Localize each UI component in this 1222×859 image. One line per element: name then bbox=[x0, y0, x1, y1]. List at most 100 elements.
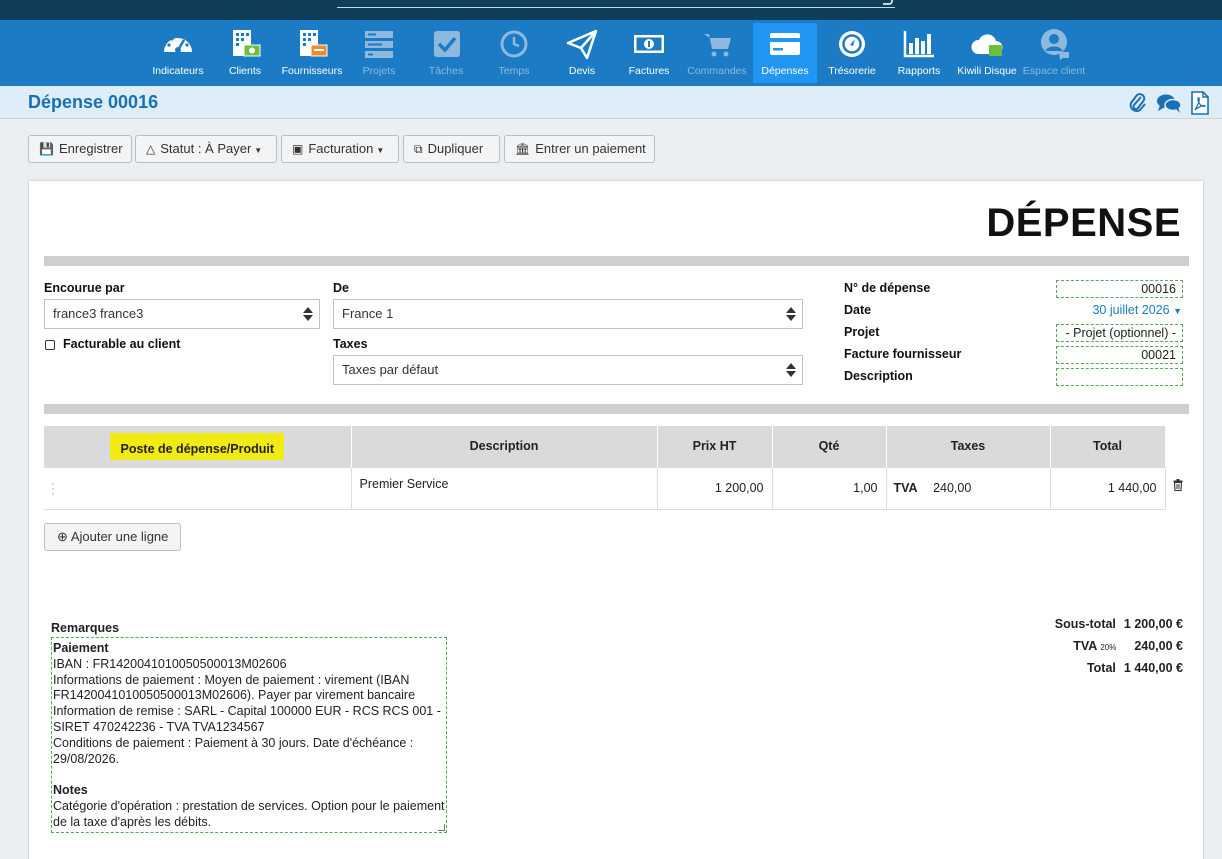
column-header: Qté bbox=[772, 426, 887, 467]
date-picker[interactable]: 30 juillet 2026 ▼ bbox=[1092, 303, 1182, 317]
incurred-by-value: france3 france3 bbox=[53, 306, 144, 321]
trash-icon[interactable] bbox=[1173, 479, 1183, 492]
paper-plane-icon bbox=[566, 29, 598, 60]
status-dropdown[interactable]: △ Statut : À Payer ▼ bbox=[135, 135, 277, 163]
notes-text: Catégorie d'opération : prestation de se… bbox=[53, 798, 445, 829]
from-label: De bbox=[333, 281, 349, 295]
column-header: Taxes bbox=[886, 426, 1051, 467]
tax-row: TVA 20% 240,00 € bbox=[1055, 639, 1183, 661]
enter-payment-button[interactable]: 🏛 Entrer un paiement bbox=[504, 135, 655, 163]
pdf-icon[interactable] bbox=[1190, 91, 1210, 118]
bank-icon: 🏛 bbox=[515, 142, 531, 156]
page-header: Dépense 00016 bbox=[0, 86, 1222, 119]
remarks-label: Remarques bbox=[51, 621, 120, 635]
tax-cell[interactable]: TVA 240,00 bbox=[885, 466, 1051, 510]
search-field[interactable] bbox=[337, 7, 895, 8]
column-header-actions bbox=[1165, 426, 1191, 467]
save-button[interactable]: 💾 Enregistrer bbox=[28, 135, 132, 163]
plus-circle-icon: ⊕ bbox=[57, 529, 68, 544]
nav-item-factures[interactable]: Factures bbox=[617, 23, 681, 83]
search-icon[interactable] bbox=[883, 0, 893, 5]
tax-value: 240,00 € bbox=[1134, 639, 1183, 653]
nav-item-rapports[interactable]: Rapports bbox=[887, 23, 951, 83]
nav-item-taches[interactable]: Tâches bbox=[414, 23, 478, 83]
nav-item-tresorerie[interactable]: Trésorerie bbox=[820, 23, 884, 83]
qty-cell[interactable]: 1,00 bbox=[771, 466, 887, 510]
resize-handle-icon[interactable] bbox=[438, 824, 445, 831]
expense-number-field[interactable]: 00016 bbox=[1056, 280, 1183, 298]
payment-heading: Paiement bbox=[53, 641, 109, 655]
nav-item-fournisseurs[interactable]: Fournisseurs bbox=[280, 23, 344, 83]
date-label: Date bbox=[844, 303, 872, 317]
bar-chart-icon bbox=[903, 31, 934, 58]
cubes-icon: △ bbox=[146, 142, 156, 156]
nav-label: Devis bbox=[568, 65, 596, 77]
notes-heading: Notes bbox=[53, 783, 88, 798]
expense-document: DÉPENSE Encourue par france3 france3 Fac… bbox=[28, 180, 1204, 859]
nav-item-devis[interactable]: Devis bbox=[550, 23, 614, 83]
sort-arrows-icon bbox=[303, 307, 313, 321]
drag-handle-icon[interactable]: ⋮ bbox=[46, 480, 60, 496]
billing-dropdown[interactable]: ▣ Facturation ▼ bbox=[281, 135, 399, 163]
project-label: Projet bbox=[844, 325, 880, 339]
incurred-by-select[interactable]: france3 france3 bbox=[44, 299, 320, 329]
incurred-by-label: Encourue par bbox=[44, 281, 125, 295]
add-line-label: Ajouter une ligne bbox=[70, 529, 169, 544]
nav-item-commandes[interactable]: Commandes bbox=[685, 23, 749, 83]
nav-label: Clients bbox=[228, 65, 262, 77]
remarks-textarea[interactable]: Paiement IBAN : FR1420041010050500013M02… bbox=[51, 637, 447, 833]
tax-name: TVA bbox=[893, 481, 918, 495]
expense-number-label: N° de dépense bbox=[844, 281, 931, 295]
nav-label: Fournisseurs bbox=[281, 65, 343, 77]
compass-icon bbox=[839, 31, 865, 57]
add-line-button[interactable]: ⊕ Ajouter une ligne bbox=[44, 523, 182, 551]
status-label: Statut : À Payer bbox=[160, 141, 252, 156]
from-value: France 1 bbox=[342, 306, 394, 321]
nav-item-espace-client[interactable]: Espace client bbox=[1022, 23, 1086, 83]
duplicate-label: Dupliquer bbox=[427, 141, 484, 156]
totals-panel: Sous-total 1 200,00 € TVA 20% 240,00 € Tot… bbox=[1055, 617, 1183, 683]
price-cell[interactable]: 1 200,00 bbox=[656, 466, 773, 510]
column-header: Poste de dépense/Produit bbox=[44, 426, 352, 467]
supplier-invoice-field[interactable]: 00021 bbox=[1056, 346, 1183, 364]
nav-item-depenses[interactable]: Dépenses bbox=[753, 23, 817, 83]
description-field[interactable] bbox=[1056, 368, 1183, 386]
nav-item-projets[interactable]: Projets bbox=[347, 23, 411, 83]
billable-checkbox[interactable] bbox=[45, 340, 55, 350]
taxes-select[interactable]: Taxes par défaut bbox=[333, 355, 803, 385]
nav-item-temps[interactable]: Temps bbox=[482, 23, 546, 83]
copy-icon: ⧉ bbox=[414, 142, 423, 156]
project-field[interactable]: - Projet (optionnel) - bbox=[1056, 324, 1183, 342]
tax-label-text: TVA bbox=[1073, 639, 1097, 653]
subtotal-value: 1 200,00 € bbox=[1123, 617, 1183, 631]
divider bbox=[44, 256, 1189, 266]
from-select[interactable]: France 1 bbox=[333, 299, 803, 329]
nav-label: Factures bbox=[628, 65, 670, 77]
comments-icon[interactable] bbox=[1156, 92, 1182, 117]
projects-icon bbox=[365, 31, 393, 58]
duplicate-button[interactable]: ⧉ Dupliquer bbox=[403, 135, 500, 163]
cloud-icon bbox=[971, 34, 1003, 56]
top-bar bbox=[0, 0, 1222, 20]
nav-item-kiwili-disque[interactable]: Kiwili Disque bbox=[955, 23, 1019, 83]
document-heading: DÉPENSE bbox=[986, 201, 1181, 245]
credit-card-icon bbox=[770, 33, 800, 55]
money-icon: ▣ bbox=[292, 142, 304, 156]
suppliers-icon bbox=[300, 30, 328, 57]
paperclip-icon[interactable] bbox=[1128, 92, 1148, 117]
product-cell[interactable]: ⋮ bbox=[44, 466, 352, 510]
page-title: Dépense 00016 bbox=[28, 92, 159, 112]
billing-label: Facturation bbox=[308, 141, 374, 156]
description-cell[interactable]: Premier Service bbox=[350, 466, 658, 510]
user-icon bbox=[1041, 29, 1069, 60]
nav-item-indicateurs[interactable]: Indicateurs bbox=[146, 23, 210, 83]
tax-rate: 20% bbox=[1100, 643, 1117, 652]
billable-label: Facturable au client bbox=[63, 337, 181, 351]
clock-icon bbox=[500, 30, 528, 58]
column-header-product: Poste de dépense/Produit bbox=[110, 432, 284, 460]
tax-amount: 240,00 bbox=[933, 481, 972, 495]
sort-arrows-icon bbox=[786, 363, 796, 377]
total-row: Total 1 440,00 € bbox=[1055, 661, 1183, 683]
nav-item-clients[interactable]: Clients bbox=[213, 23, 277, 83]
taxes-label: Taxes bbox=[333, 337, 368, 351]
